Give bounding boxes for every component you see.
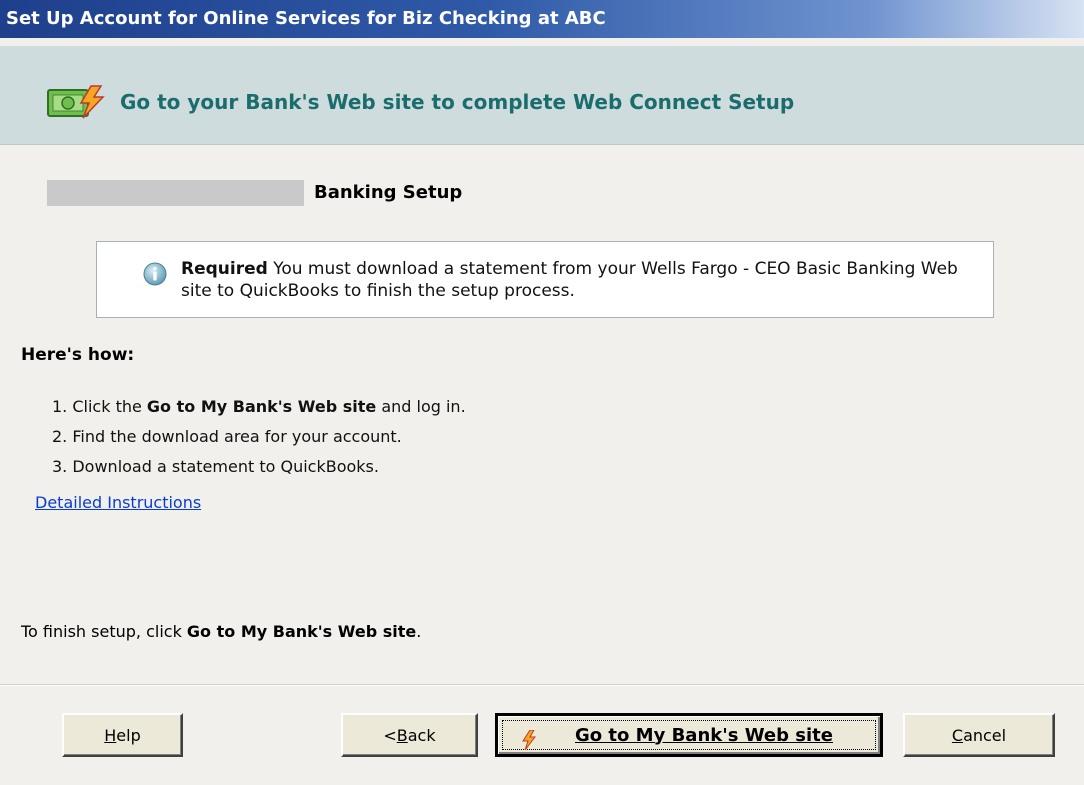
finish-instruction: To finish setup, click Go to My Bank's W… [21,622,421,641]
notice-text: Required You must download a statement f… [181,258,971,302]
instruction-steps: 1. Click the Go to My Bank's Web site an… [52,392,466,482]
back-mnemonic: B [396,725,408,745]
step-text: Download a statement to QuickBooks. [72,457,379,476]
finish-prefix: To finish setup, click [21,622,187,641]
help-mnemonic: H [104,725,117,745]
required-notice: Required You must download a statement f… [96,241,994,318]
window-title: Set Up Account for Online Services for B… [6,8,606,29]
lightning-bolt-icon [521,729,537,755]
step-text: Find the download area for your account. [72,427,402,446]
notice-message: You must download a statement from your … [181,259,958,301]
window-title-bar[interactable]: Set Up Account for Online Services for B… [0,0,1084,38]
finish-suffix: . [416,622,422,641]
step-text: Click the [72,397,147,416]
step-suffix: and log in. [376,397,466,416]
header-title: Go to your Bank's Web site to complete W… [120,90,795,114]
cancel-label: ancel [963,725,1007,745]
back-button[interactable]: < Back [341,713,478,757]
info-icon [143,262,167,290]
section-title: Banking Setup [314,182,463,203]
finish-bold: Go to My Bank's Web site [186,622,417,641]
help-button[interactable]: Help [62,713,183,757]
money-bolt-icon [47,85,105,123]
detailed-instructions-link[interactable]: Detailed Instructions [35,493,201,512]
help-label: elp [116,725,141,745]
required-label: Required [181,259,268,279]
step-number: 3. [52,457,68,476]
cancel-button[interactable]: Cancel [903,713,1055,757]
instructions-heading: Here's how: [21,345,135,365]
step-bold: Go to My Bank's Web site [146,397,377,416]
step-item: 3. Download a statement to QuickBooks. [52,452,466,482]
go-to-bank-button[interactable]: Go to My Bank's Web site [495,713,883,757]
focus-rect: Go to My Bank's Web site [502,720,876,751]
step-number: 1. [52,397,68,416]
go-button-label: Go to My Bank's Web site [575,724,833,746]
redacted-bar [47,180,304,206]
back-prefix: < [383,725,397,745]
step-item: 1. Click the Go to My Bank's Web site an… [52,392,466,422]
footer-divider [0,684,1084,686]
wizard-header: Go to your Bank's Web site to complete W… [0,46,1084,145]
back-label: ack [407,725,436,745]
step-number: 2. [52,427,68,446]
cancel-mnemonic: C [951,725,964,745]
step-item: 2. Find the download area for your accou… [52,422,466,452]
